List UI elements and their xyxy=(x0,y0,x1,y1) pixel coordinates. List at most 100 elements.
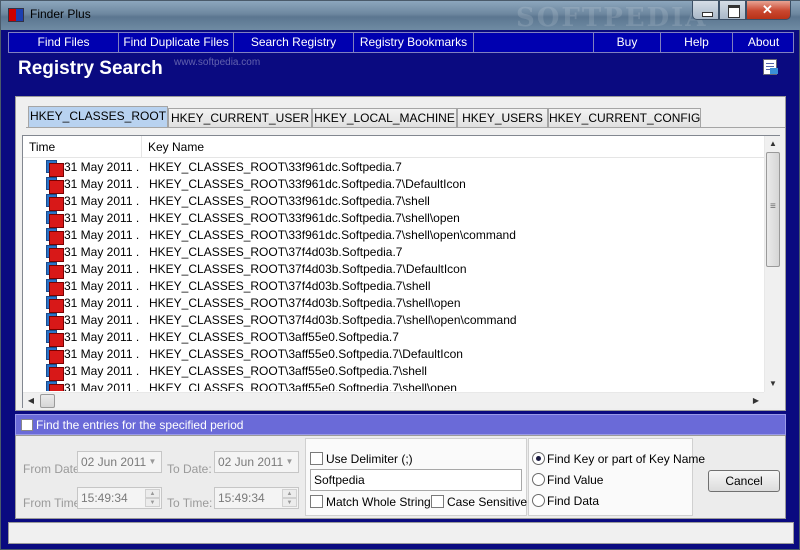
menu-find-duplicate-files[interactable]: Find Duplicate Files xyxy=(119,33,234,52)
window-title: Finder Plus xyxy=(30,7,91,21)
case-sensitive-checkbox[interactable] xyxy=(431,495,444,508)
find-key-radio[interactable] xyxy=(532,452,545,465)
horizontal-scrollbar[interactable]: ◀ ▶ xyxy=(23,392,764,408)
search-options-panel: From Date: 02 Jun 2011 ▼ To Date: 02 Jun… xyxy=(15,435,786,519)
cancel-button[interactable]: Cancel xyxy=(708,470,780,492)
row-key-name: HKEY_CLASSES_ROOT\37f4d03b.Softpedia.7\s… xyxy=(149,279,431,293)
chevron-down-icon: ▼ xyxy=(285,457,294,466)
use-delimiter-checkbox[interactable] xyxy=(310,452,323,465)
find-data-radio[interactable] xyxy=(532,494,545,507)
vertical-scroll-thumb[interactable] xyxy=(766,152,780,267)
use-delimiter-label: Use Delimiter (;) xyxy=(326,452,413,466)
row-time: 31 May 2011 ... xyxy=(64,347,140,361)
menu-find-files[interactable]: Find Files xyxy=(9,33,119,52)
row-time: 31 May 2011 ... xyxy=(64,245,140,259)
from-date-value: 02 Jun 2011 xyxy=(81,455,147,469)
tab-hkey-users[interactable]: HKEY_USERS xyxy=(457,108,548,127)
spinner-arrows-icon[interactable]: ▲ ▼ xyxy=(145,489,160,507)
registry-key-icon xyxy=(46,194,64,211)
to-time-spinner[interactable]: 15:49:34 ▲ ▼ xyxy=(214,487,299,509)
specified-period-checkbox[interactable] xyxy=(21,419,33,431)
case-sensitive-label: Case Sensitive xyxy=(447,495,528,509)
result-rows: 31 May 2011 ... HKEY_CLASSES_ROOT\33f961d… xyxy=(23,159,764,391)
row-time: 31 May 2011 ... xyxy=(64,313,140,327)
row-key-name: HKEY_CLASSES_ROOT\37f4d03b.Softpedia.7\s… xyxy=(149,313,517,327)
from-date-label: From Date: xyxy=(23,462,84,476)
row-key-name: HKEY_CLASSES_ROOT\33f961dc.Softpedia.7\s… xyxy=(149,194,430,208)
registry-key-icon xyxy=(46,177,64,194)
registry-key-icon xyxy=(46,313,64,330)
spinner-arrows-icon[interactable]: ▲ ▼ xyxy=(282,489,297,507)
menu-search-registry[interactable]: Search Registry xyxy=(234,33,354,52)
registry-key-icon xyxy=(46,330,64,347)
export-list-icon[interactable] xyxy=(763,59,778,75)
table-row[interactable]: 31 May 2011 ... HKEY_CLASSES_ROOT\3aff55e… xyxy=(23,346,764,364)
row-time: 31 May 2011 ... xyxy=(64,364,140,378)
close-button[interactable] xyxy=(746,1,791,20)
registry-key-icon xyxy=(46,245,64,262)
tab-hkey-current-user[interactable]: HKEY_CURRENT_USER xyxy=(168,108,312,127)
column-header-key-name[interactable]: Key Name xyxy=(142,136,764,158)
row-key-name: HKEY_CLASSES_ROOT\3aff55e0.Softpedia.7 xyxy=(149,330,399,344)
row-time: 31 May 2011 ... xyxy=(64,194,140,208)
table-row[interactable]: 31 May 2011 ... HKEY_CLASSES_ROOT\37f4d03… xyxy=(23,261,764,279)
row-time: 31 May 2011 ... xyxy=(64,296,140,310)
maximize-button[interactable] xyxy=(719,1,746,20)
table-row[interactable]: 31 May 2011 ... HKEY_CLASSES_ROOT\33f961d… xyxy=(23,176,764,194)
horizontal-scroll-thumb[interactable] xyxy=(40,394,55,408)
row-time: 31 May 2011 ... xyxy=(64,228,140,242)
menu-about[interactable]: About xyxy=(733,33,794,52)
from-time-label: From Time: xyxy=(23,496,84,510)
row-key-name: HKEY_CLASSES_ROOT\37f4d03b.Softpedia.7\D… xyxy=(149,262,467,276)
title-bar: Finder Plus SOFTPEDIA xyxy=(1,1,800,33)
row-time: 31 May 2011 ... xyxy=(64,262,140,276)
row-key-name: HKEY_CLASSES_ROOT\33f961dc.Softpedia.7 xyxy=(149,160,402,174)
from-time-spinner[interactable]: 15:49:34 ▲ ▼ xyxy=(77,487,162,509)
table-row[interactable]: 31 May 2011 ... HKEY_CLASSES_ROOT\37f4d03… xyxy=(23,295,764,313)
scroll-down-icon[interactable]: ▼ xyxy=(765,376,781,392)
minimize-button[interactable] xyxy=(692,1,719,20)
menu-help[interactable]: Help xyxy=(661,33,733,52)
table-row[interactable]: 31 May 2011 ... HKEY_CLASSES_ROOT\33f961d… xyxy=(23,193,764,211)
table-row[interactable]: 31 May 2011 ... HKEY_CLASSES_ROOT\3aff55e… xyxy=(23,329,764,347)
column-header-time[interactable]: Time xyxy=(23,136,142,158)
table-row[interactable]: 31 May 2011 ... HKEY_CLASSES_ROOT\37f4d03… xyxy=(23,312,764,330)
tab-hkey-classes-root[interactable]: HKEY_CLASSES_ROOT xyxy=(28,106,168,127)
registry-key-icon xyxy=(46,211,64,228)
table-row[interactable]: 31 May 2011 ... HKEY_CLASSES_ROOT\37f4d03… xyxy=(23,244,764,262)
table-row[interactable]: 31 May 2011 ... HKEY_CLASSES_ROOT\3aff55e… xyxy=(23,363,764,381)
table-row[interactable]: 31 May 2011 ... HKEY_CLASSES_ROOT\37f4d03… xyxy=(23,278,764,296)
to-date-value: 02 Jun 2011 xyxy=(218,455,284,469)
menu-buy[interactable]: Buy xyxy=(594,33,661,52)
table-row[interactable]: 31 May 2011 ... HKEY_CLASSES_ROOT\3aff55e… xyxy=(23,380,764,391)
search-input[interactable] xyxy=(310,469,522,491)
registry-key-icon xyxy=(46,347,64,364)
find-value-radio[interactable] xyxy=(532,473,545,486)
registry-key-icon xyxy=(46,296,64,313)
from-time-value: 15:49:34 xyxy=(81,491,128,505)
page-title: Registry Search xyxy=(18,58,163,79)
from-date-picker[interactable]: 02 Jun 2011 ▼ xyxy=(77,451,162,473)
scroll-left-icon[interactable]: ◀ xyxy=(23,393,39,409)
tab-separator xyxy=(26,127,785,128)
registry-results-panel: HKEY_CLASSES_ROOT HKEY_CURRENT_USER HKEY… xyxy=(15,96,786,411)
registry-key-icon xyxy=(46,160,64,177)
to-date-picker[interactable]: 02 Jun 2011 ▼ xyxy=(214,451,299,473)
scroll-up-icon[interactable]: ▲ xyxy=(765,136,781,152)
table-row[interactable]: 31 May 2011 ... HKEY_CLASSES_ROOT\33f961d… xyxy=(23,210,764,228)
results-list[interactable]: Time Key Name 31 May 2011 ... HKEY_CLASSE… xyxy=(22,135,780,408)
tab-hkey-local-machine[interactable]: HKEY_LOCAL_MACHINE xyxy=(312,108,457,127)
scroll-right-icon[interactable]: ▶ xyxy=(748,393,764,409)
vertical-scrollbar[interactable]: ▲ ▼ xyxy=(764,136,780,392)
row-key-name: HKEY_CLASSES_ROOT\33f961dc.Softpedia.7\D… xyxy=(149,177,466,191)
row-key-name: HKEY_CLASSES_ROOT\3aff55e0.Softpedia.7\s… xyxy=(149,381,457,391)
table-row[interactable]: 31 May 2011 ... HKEY_CLASSES_ROOT\33f961d… xyxy=(23,159,764,177)
match-whole-string-checkbox[interactable] xyxy=(310,495,323,508)
row-time: 31 May 2011 ... xyxy=(64,177,140,191)
app-icon xyxy=(8,8,24,22)
menu-registry-bookmarks[interactable]: Registry Bookmarks xyxy=(354,33,474,52)
table-row[interactable]: 31 May 2011 ... HKEY_CLASSES_ROOT\33f961d… xyxy=(23,227,764,245)
tab-hkey-current-config[interactable]: HKEY_CURRENT_CONFIG xyxy=(548,108,701,127)
url-watermark: www.softpedia.com xyxy=(174,57,261,68)
status-bar xyxy=(8,522,794,544)
